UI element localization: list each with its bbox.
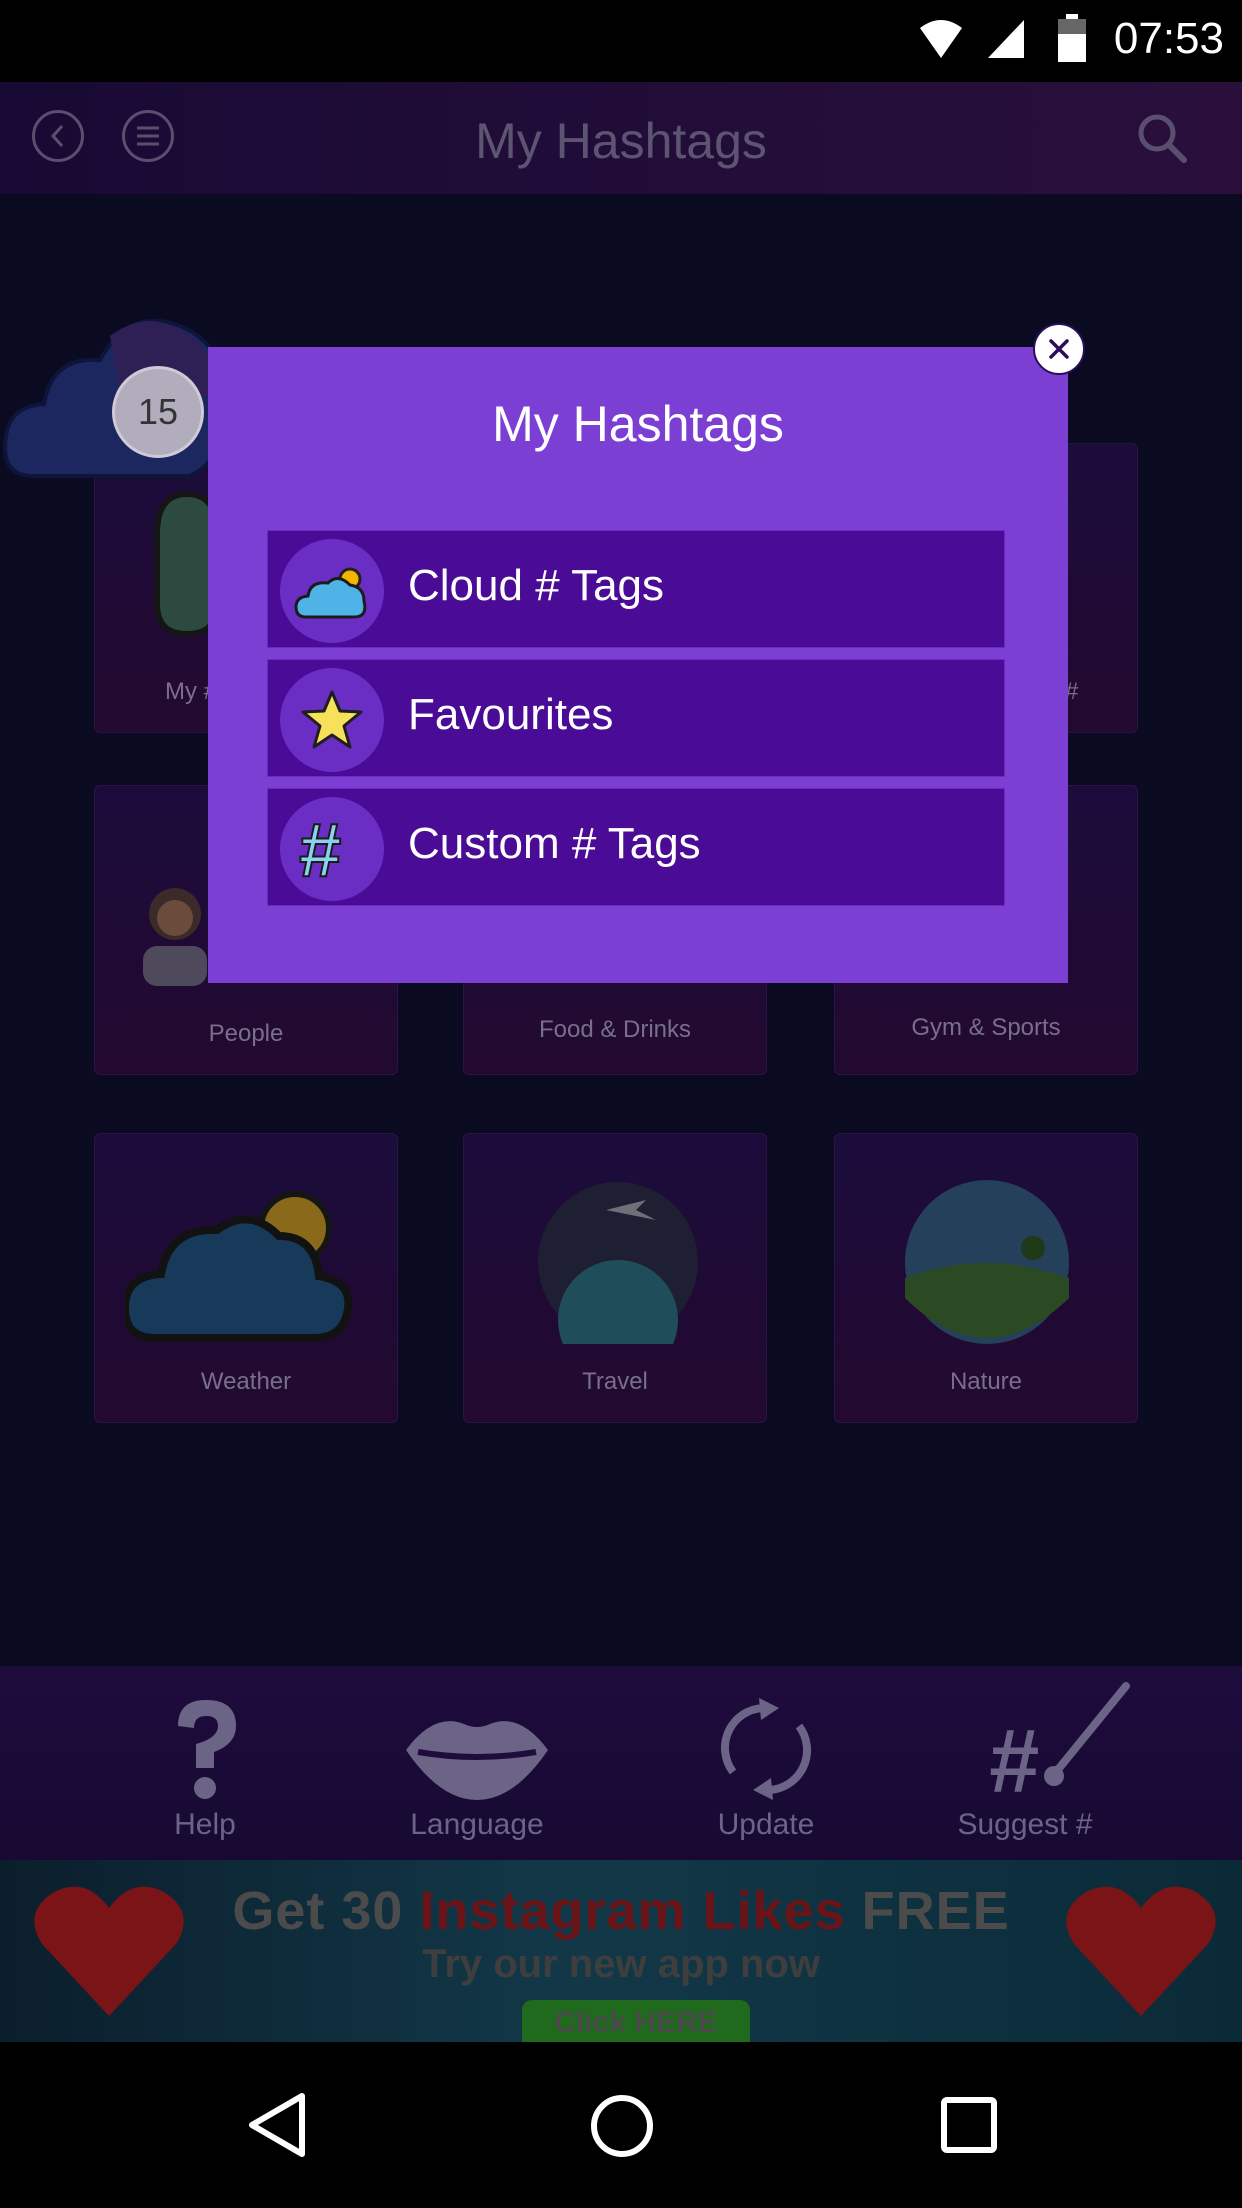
nav-language-button[interactable]: Language bbox=[352, 1666, 602, 1860]
tile-label: Gym & Sports bbox=[911, 1014, 1061, 1041]
signal-icon bbox=[988, 20, 1024, 58]
banner-subline: Try our new app now bbox=[422, 1942, 820, 1986]
menu-item-label: Favourites bbox=[408, 690, 614, 739]
tile-label: Weather bbox=[200, 1368, 292, 1395]
nav-help-label: Help bbox=[174, 1808, 236, 1841]
menu-item-custom-tags[interactable]: # Custom # Tags bbox=[267, 788, 1005, 906]
banner-text-a: Get 30 bbox=[232, 1881, 420, 1941]
nav-suggest-label: Suggest # bbox=[957, 1808, 1093, 1841]
tile-label: Food & Drinks bbox=[538, 1016, 692, 1043]
cloud-count-badge: 15 bbox=[112, 366, 204, 458]
nav-language-label: Language bbox=[410, 1808, 544, 1841]
recents-square-icon[interactable] bbox=[940, 2096, 998, 2154]
hashtag-icon: # bbox=[280, 797, 384, 901]
lips-icon bbox=[406, 1721, 548, 1800]
banner-headline: Get 30 Instagram Likes FREE bbox=[0, 1880, 1242, 1942]
tile-label: # bbox=[1065, 678, 1079, 705]
weather-cloud-sun-icon bbox=[125, 1191, 353, 1342]
question-icon bbox=[178, 1700, 236, 1799]
modal-close-button[interactable] bbox=[1033, 323, 1085, 375]
nav-help-button[interactable]: Help bbox=[80, 1666, 330, 1860]
banner-text-c: FREE bbox=[845, 1881, 1010, 1941]
globe-plane-icon bbox=[538, 1182, 698, 1344]
tile-label: Travel bbox=[582, 1368, 648, 1395]
tile-label: Nature bbox=[949, 1368, 1023, 1395]
modal-title: My Hashtags bbox=[492, 396, 784, 452]
status-time: 07:53 bbox=[1113, 14, 1224, 63]
category-tile-travel[interactable]: Travel bbox=[463, 1133, 767, 1423]
promo-banner[interactable]: Get 30 Instagram Likes FREE Try our new … bbox=[0, 1860, 1242, 2042]
wifi-icon bbox=[920, 20, 962, 58]
tile-label: People bbox=[208, 1020, 284, 1047]
nav-suggest-button[interactable]: # Suggest # bbox=[900, 1666, 1150, 1860]
category-tile-nature[interactable]: Nature bbox=[834, 1133, 1138, 1423]
landscape-icon bbox=[905, 1180, 1069, 1344]
hashtag-brush-icon: # bbox=[988, 1682, 1130, 1798]
svg-text:#: # bbox=[988, 1712, 1038, 1798]
status-bar: 07:53 bbox=[0, 0, 1242, 82]
search-icon[interactable] bbox=[1136, 112, 1188, 164]
battery-icon bbox=[1058, 14, 1086, 62]
hashtags-modal: My Hashtags Cloud # Tags Favourites # Cu… bbox=[208, 347, 1068, 983]
home-circle-icon[interactable] bbox=[590, 2094, 654, 2158]
nav-update-button[interactable]: Update bbox=[641, 1666, 891, 1860]
close-icon bbox=[1049, 339, 1069, 359]
star-icon bbox=[280, 668, 384, 772]
menu-item-favourites[interactable]: Favourites bbox=[267, 659, 1005, 777]
back-triangle-icon[interactable] bbox=[246, 2092, 308, 2158]
menu-item-cloud-tags[interactable]: Cloud # Tags bbox=[267, 530, 1005, 648]
cloud-sun-icon bbox=[280, 539, 384, 643]
banner-text-highlight: Instagram Likes bbox=[419, 1881, 846, 1941]
menu-item-label: Custom # Tags bbox=[408, 819, 701, 868]
nav-update-label: Update bbox=[717, 1808, 815, 1841]
svg-text:#: # bbox=[298, 814, 341, 884]
system-navigation-bar bbox=[0, 2042, 1242, 2208]
category-tile-weather[interactable]: Weather bbox=[94, 1133, 398, 1423]
banner-click-button[interactable]: Click HERE bbox=[522, 2000, 750, 2042]
person-icon bbox=[143, 888, 207, 986]
page-title: My Hashtags bbox=[475, 113, 767, 169]
refresh-icon bbox=[720, 1698, 812, 1800]
menu-item-label: Cloud # Tags bbox=[408, 561, 665, 610]
